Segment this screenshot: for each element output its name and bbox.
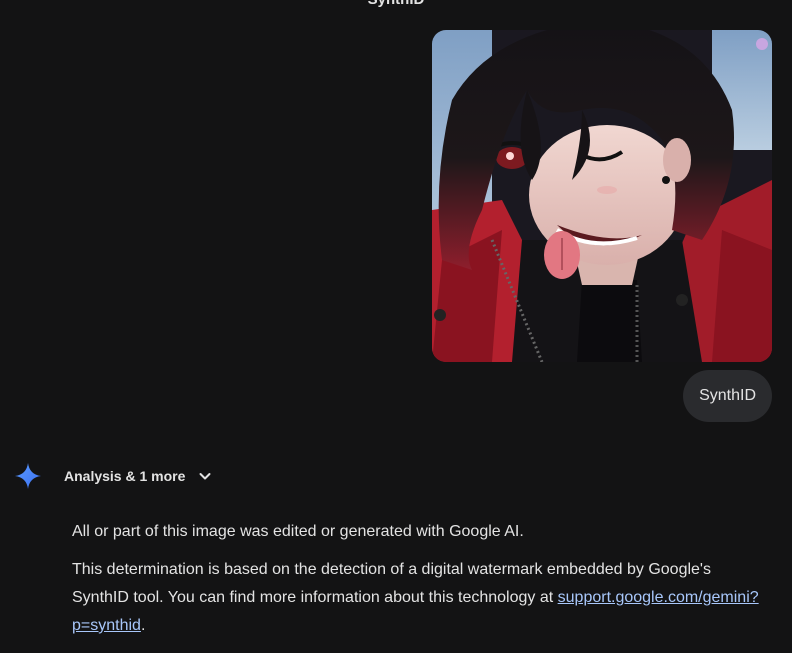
chevron-down-icon	[199, 473, 211, 480]
chat-page: SynthID Analysis & 1 more All or part of…	[0, 0, 792, 653]
analysis-expand-toggle[interactable]: Analysis & 1 more	[42, 468, 213, 484]
anime-illustration	[432, 30, 772, 362]
user-message-text: SynthID	[699, 387, 756, 404]
conversation-title: SynthID	[0, 0, 792, 8]
user-message-bubble: SynthID	[683, 370, 772, 422]
response-paragraph-2-end: .	[140, 617, 146, 634]
gemini-sparkle-icon	[15, 463, 41, 489]
response-body: All or part of this image was edited or …	[72, 518, 762, 650]
response-paragraph-2: This determination is based on the detec…	[72, 556, 762, 640]
response-paragraph-1: All or part of this image was edited or …	[72, 523, 524, 540]
uploaded-image[interactable]	[432, 30, 772, 362]
response-header-label: Analysis & 1 more	[64, 468, 186, 484]
response-header: Analysis & 1 more	[14, 462, 213, 490]
